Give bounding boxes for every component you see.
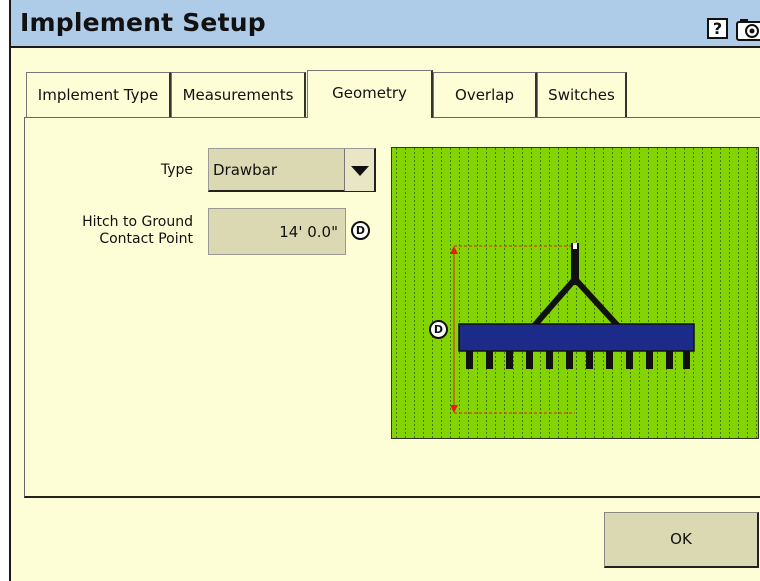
- type-label: Type: [160, 162, 193, 178]
- hitch-label-line2: Contact Point: [99, 231, 193, 247]
- diagram-dimension-badge: D: [429, 320, 448, 339]
- dropdown-button[interactable]: [344, 149, 374, 191]
- hitch-distance-value: 14' 0.0": [279, 223, 338, 241]
- geometry-panel: Type Drawbar Hitch to Ground Contact Poi…: [24, 117, 760, 498]
- hitch-distance-field[interactable]: 14' 0.0": [208, 208, 346, 255]
- camera-icon[interactable]: [735, 17, 760, 41]
- chevron-down-icon: [351, 166, 369, 176]
- type-select-value: Drawbar: [213, 161, 278, 179]
- diagram-graphic: [392, 148, 758, 438]
- title-bar: Implement Setup ?: [11, 0, 760, 48]
- hitch-label-line1: Hitch to Ground: [82, 214, 193, 230]
- type-select[interactable]: Drawbar: [208, 148, 376, 192]
- implement-geometry-diagram: D: [391, 147, 759, 439]
- tab-switches[interactable]: Switches: [537, 72, 627, 117]
- tab-measurements[interactable]: Measurements: [171, 72, 306, 117]
- implement-toolbar: [458, 323, 695, 352]
- field-background: [392, 148, 758, 438]
- implement-setup-window: Implement Setup ? Implement Type Measure…: [9, 0, 760, 581]
- tab-overlap[interactable]: Overlap: [433, 72, 537, 117]
- help-button[interactable]: ?: [707, 18, 728, 39]
- dimension-d-badge: D: [351, 221, 370, 240]
- tab-implement-type[interactable]: Implement Type: [26, 72, 171, 117]
- hitch-label: Hitch to Ground Contact Point: [45, 214, 193, 248]
- ok-button[interactable]: OK: [604, 512, 759, 568]
- tab-geometry[interactable]: Geometry: [307, 70, 433, 118]
- window-title: Implement Setup: [20, 8, 266, 37]
